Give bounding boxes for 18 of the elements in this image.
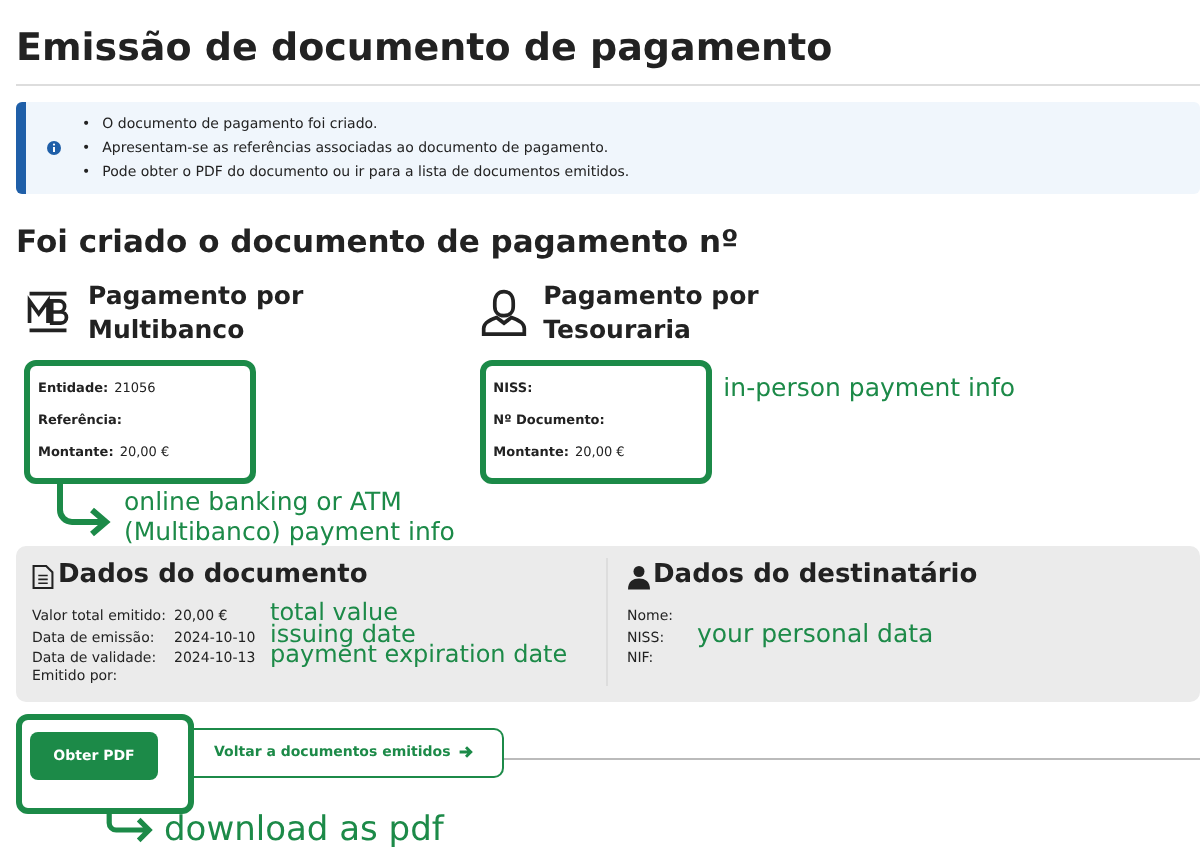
document-icon xyxy=(32,563,54,589)
annotation-text: issuing date xyxy=(270,623,416,644)
page-title: Emissão de documento de pagamento xyxy=(16,24,835,72)
annotation-text: total value xyxy=(270,602,399,623)
annotation-text: download as pdf xyxy=(164,810,444,850)
annotation-text: payment expiration date xyxy=(270,644,568,665)
annotation-text: your personal data xyxy=(697,618,934,652)
payment-title: Pagamento por Tesouraria xyxy=(543,278,759,346)
annotation-text: in-person payment info xyxy=(723,370,1017,406)
arrow-right-icon xyxy=(458,744,475,760)
user-icon xyxy=(627,563,649,589)
info-icon xyxy=(46,140,62,156)
payment-title: Pagamento por Multibanco xyxy=(88,278,304,346)
panel-title: Dados do destinatário xyxy=(653,558,978,594)
panel-title: Dados do documento xyxy=(58,558,368,594)
annotation-text: online banking or ATM (Multibanco) payment info xyxy=(124,486,455,546)
person-icon xyxy=(479,288,528,336)
section-heading: Foi criado o documento de pagamento nº xyxy=(16,222,741,262)
